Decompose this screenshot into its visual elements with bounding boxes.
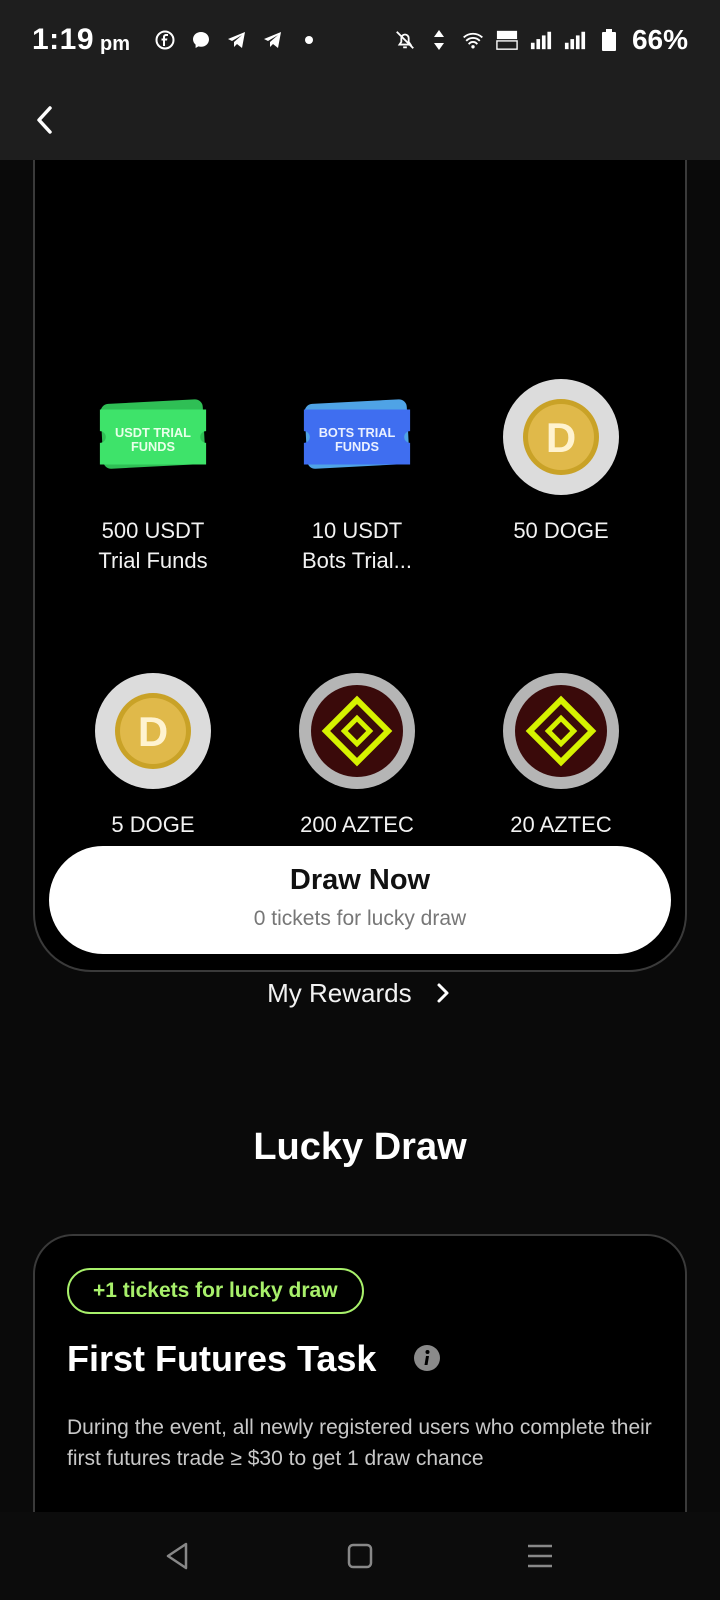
ticket-text: FUNDS [335, 439, 379, 454]
prize-item: 200 AZTEC [247, 672, 467, 840]
my-rewards-label: My Rewards [267, 978, 412, 1008]
prize-amount: 50 DOGE [513, 518, 609, 543]
mute-bell-icon [394, 29, 416, 51]
ticket-text: BOTS TRIAL [319, 425, 396, 440]
draw-now-button[interactable]: Draw Now 0 tickets for lucky draw [49, 846, 671, 954]
messenger-icon [190, 29, 212, 51]
top-navbar [0, 80, 720, 160]
task-description: During the event, all newly registered u… [67, 1416, 652, 1470]
wifi-icon [462, 29, 484, 51]
bots-trial-ticket-icon: BOTS TRIAL FUNDS [298, 378, 416, 496]
volte-icon [496, 29, 518, 51]
signal-icon [530, 29, 552, 51]
prize-amount: 200 AZTEC [300, 812, 414, 837]
prize-label: 10 USDT Bots Trial... [247, 516, 467, 576]
facebook-icon [154, 29, 176, 51]
status-ampm: pm [100, 32, 131, 55]
aztec-coin-icon [502, 672, 620, 790]
dot-icon [298, 29, 320, 51]
prize-amount: 500 USDT [101, 518, 205, 543]
chevron-right-icon [437, 983, 449, 1003]
page-content: USDT TRIAL FUNDS 500 USDT Trial Funds BO… [0, 160, 720, 1512]
section-title: Lucky Draw [253, 1126, 467, 1168]
prize-item: USDT TRIAL FUNDS 500 USDT Trial Funds [43, 378, 263, 576]
ticket-text: FUNDS [131, 439, 175, 454]
task-card: +1 tickets for lucky draw First Futures … [33, 1234, 687, 1512]
prize-item: 20 AZTEC [451, 672, 671, 840]
usdt-trial-ticket-icon: USDT TRIAL FUNDS [94, 378, 212, 496]
doge-coin-icon: D [502, 378, 620, 496]
aztec-coin-icon [298, 672, 416, 790]
ticket-reward-badge: +1 tickets for lucky draw [67, 1268, 364, 1314]
back-button[interactable] [24, 98, 68, 142]
doge-coin-icon: D [94, 672, 212, 790]
svg-text:D: D [546, 414, 576, 461]
prize-name: Trial Funds [98, 548, 208, 573]
prize-amount: 5 DOGE [111, 812, 195, 837]
prize-amount: 10 USDT [311, 518, 403, 543]
prize-item: D 5 DOGE [43, 672, 263, 840]
recents-nav-button[interactable] [524, 1540, 556, 1572]
data-arrows-icon [428, 29, 450, 51]
notification-icons [154, 29, 320, 51]
prize-amount: 20 AZTEC [510, 812, 612, 837]
battery-percent: 66% [631, 24, 688, 55]
svg-text:D: D [138, 708, 168, 755]
signal-icon [564, 29, 586, 51]
prize-item: D 50 DOGE [451, 378, 671, 546]
task-title: First Futures Task [67, 1338, 377, 1379]
prize-label: 20 AZTEC [451, 810, 671, 840]
ticket-count-label: 0 tickets for lucky draw [253, 907, 467, 930]
prize-label: 200 AZTEC [247, 810, 467, 840]
prize-label: 500 USDT Trial Funds [43, 516, 263, 576]
menu-lines-icon [528, 1544, 552, 1568]
prize-label: 5 DOGE [43, 810, 263, 840]
chevron-left-icon [37, 106, 52, 134]
prize-label: 50 DOGE [451, 516, 671, 546]
telegram-icon [262, 29, 284, 51]
system-nav-bar [0, 1512, 720, 1600]
square-home-icon [347, 1543, 373, 1569]
telegram-icon [226, 29, 248, 51]
my-rewards-link[interactable]: My Rewards [0, 978, 720, 1009]
back-nav-button[interactable] [162, 1540, 194, 1572]
triangle-back-icon [166, 1542, 188, 1570]
draw-now-label: Draw Now [289, 864, 431, 896]
info-icon[interactable] [413, 1344, 441, 1372]
ticket-text: USDT TRIAL [115, 425, 191, 440]
prize-name: Bots Trial... [301, 548, 413, 573]
status-bar: 1:19 pm 66% [0, 0, 720, 80]
system-status-icons: 66% [394, 24, 688, 56]
prize-item: BOTS TRIAL FUNDS 10 USDT Bots Trial... [247, 378, 467, 576]
battery-icon [598, 29, 620, 51]
status-time: 1:19 [32, 23, 95, 56]
home-nav-button[interactable] [344, 1540, 376, 1572]
